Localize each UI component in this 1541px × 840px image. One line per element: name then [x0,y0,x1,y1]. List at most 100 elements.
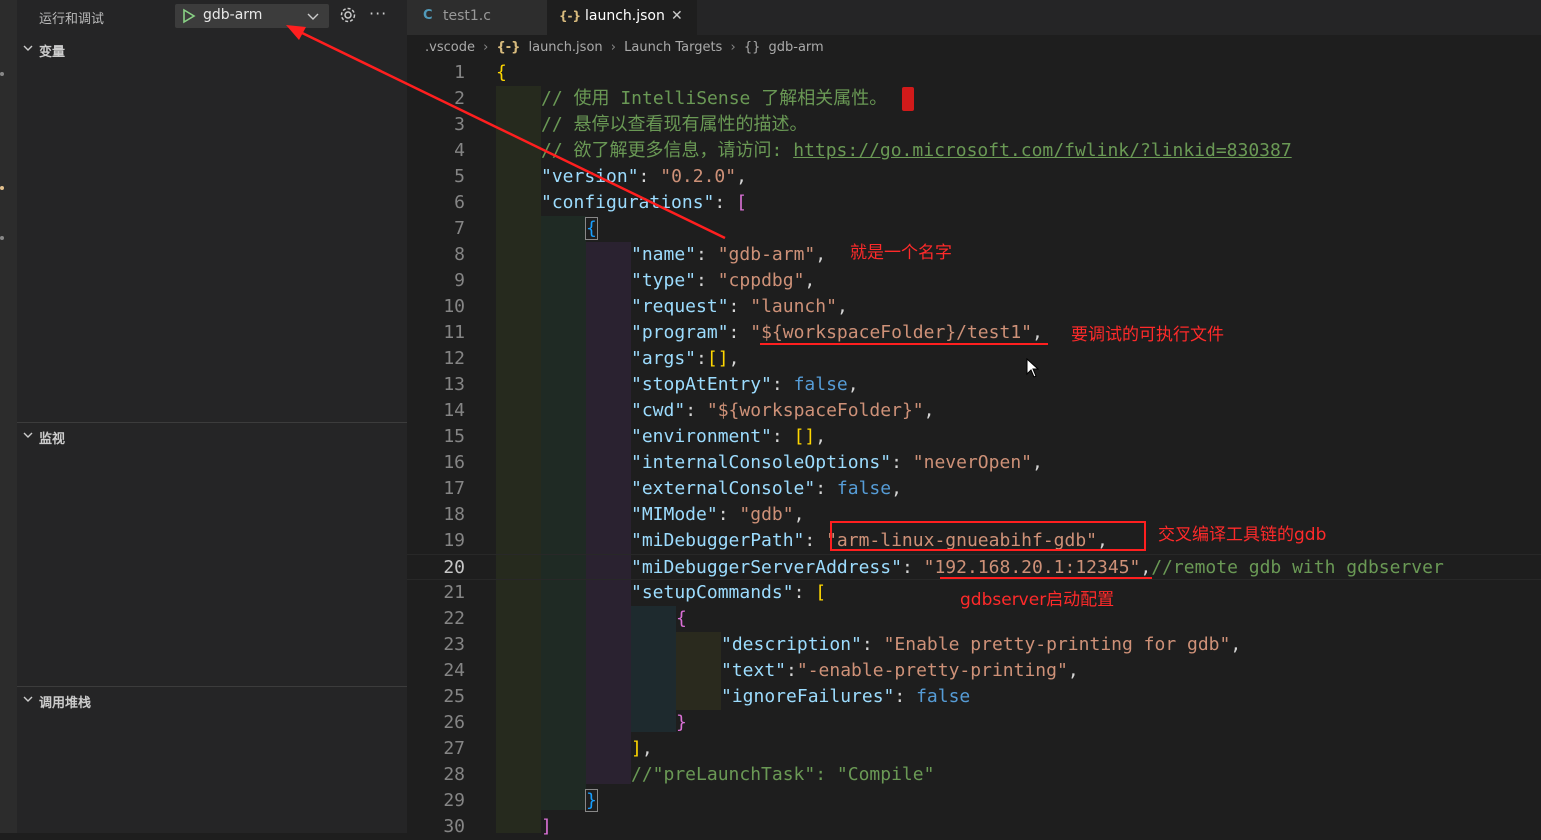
sidebar-header: 运行和调试 gdb-arm ··· [17,0,407,33]
activity-indicator [0,186,4,190]
chevron-down-icon[interactable] [306,9,320,23]
line-content: { [676,608,687,629]
line-number: 26 [443,712,465,733]
code-line: 12 "args":[], [407,346,1541,372]
code-line: 16 "internalConsoleOptions": "neverOpen", [407,450,1541,476]
c-file-icon: C [423,8,433,23]
comment: // 欲了解更多信息，请访问: [541,140,794,161]
json-value: false [836,478,892,499]
sidebar-title: 运行和调试 [39,12,105,27]
docs-link[interactable]: https://go.microsoft.com/fwlink/?linkid=… [793,140,1292,161]
line-content: "configurations": [ [541,192,747,213]
breadcrumb-file[interactable]: launch.json [528,40,602,55]
editor-area: C test1.c {-} launch.json ✕ .vscode › {-… [407,0,1541,837]
json-value: "${workspaceFolder}" [706,400,924,421]
json-key: "environment" [631,426,772,447]
line-content: "environment": [], [631,426,827,447]
line-number: 27 [443,738,465,759]
activity-bar [0,0,17,833]
line-number: 16 [443,452,465,473]
json-key: "internalConsoleOptions" [631,452,892,473]
section-call-stack[interactable]: 调用堆栈 [17,688,407,712]
comment: //remote gdb with gdbserver [1151,557,1444,578]
section-watch[interactable]: 监视 [17,424,407,448]
line-content: "version": "0.2.0", [541,166,747,187]
line-content: // 悬停以查看现有属性的描述。 [541,112,808,138]
code-line: 23 "description": "Enable pretty-printing… [407,632,1541,658]
json-value: "neverOpen" [912,452,1032,473]
json-value: "-enable-pretty-printing" [796,660,1068,681]
mouse-pointer-icon [1026,358,1040,378]
gear-icon[interactable] [339,6,357,24]
json-key: "setupCommands" [631,582,794,603]
section-label: 调用堆栈 [39,696,92,711]
code-line: 13 "stopAtEntry": false, [407,372,1541,398]
line-content: //"preLaunchTask": "Compile" [631,762,934,788]
line-number: 22 [443,608,465,629]
line-content: ] [541,816,552,837]
chevron-right-icon: › [730,40,736,55]
line-content: "args":[], [631,348,740,369]
line-content: "cwd": "${workspaceFolder}", [631,400,935,421]
line-number: 24 [443,660,465,681]
tab-launch-json[interactable]: {-} launch.json ✕ [547,0,697,35]
section-variables[interactable]: 变量 [17,37,407,61]
code-line: 1{ [407,60,1541,86]
code-editor[interactable]: 1{ 2// 使用 IntelliSense 了解相关属性。 3// 悬停以查看… [407,60,1541,837]
line-number: 5 [454,166,465,187]
code-line: 10 "request": "launch", [407,294,1541,320]
line-content: "internalConsoleOptions": "neverOpen", [631,452,1043,473]
json-key: "MIMode" [631,504,718,525]
more-actions-icon[interactable]: ··· [369,4,387,23]
chevron-right-icon: › [610,40,616,55]
code-line: 29} [407,788,1541,814]
breadcrumb-folder[interactable]: .vscode [425,40,475,55]
chevron-down-icon [23,432,33,438]
breadcrumb-section[interactable]: Launch Targets [624,40,722,55]
json-file-icon: {-} [496,40,521,55]
line-content: "text":"-enable-pretty-printing", [721,660,1079,681]
line-content: { [496,62,507,83]
code-line: 9 "type": "cppdbg", [407,268,1541,294]
close-icon[interactable]: ✕ [671,8,683,24]
line-number: 17 [443,478,465,499]
json-file-icon: {-} [559,9,582,23]
json-key: "stopAtEntry" [631,374,772,395]
section-divider [17,422,407,423]
section-divider [17,686,407,687]
tab-test1-c[interactable]: C test1.c [407,0,547,35]
annotation-program: 要调试的可执行文件 [1071,325,1224,345]
line-number: 7 [454,218,465,239]
line-number: 30 [443,816,465,837]
line-number: 25 [443,686,465,707]
line-number: 6 [454,192,465,213]
code-line: 6 "configurations": [ [407,190,1541,216]
line-content: "ignoreFailures": false [721,686,971,707]
code-line: 27], [407,736,1541,762]
code-line: 4 // 欲了解更多信息，请访问: https://go.microsoft.co… [407,138,1541,164]
line-content: ], [631,738,653,759]
code-line: 5 "version": "0.2.0", [407,164,1541,190]
launch-config-select[interactable]: gdb-arm [175,4,329,28]
json-value: "gdb-arm" [717,244,816,265]
code-line: 14 "cwd": "${workspaceFolder}", [407,398,1541,424]
annotation-server-address: gdbserver启动配置 [960,590,1115,610]
line-content: "setupCommands": [ [631,582,827,603]
cursor-marker [902,87,914,111]
line-content: // 欲了解更多信息，请访问: https://go.microsoft.com… [541,138,1292,164]
line-content: "stopAtEntry": false, [631,374,859,395]
line-content: "type": "cppdbg", [631,270,816,291]
line-number: 14 [443,400,465,421]
line-content: "request": "launch", [631,296,848,317]
line-content: } [676,712,687,733]
breadcrumb-item[interactable]: gdb-arm [769,40,824,55]
json-value: "launch" [750,296,837,317]
code-line: 7{ [407,216,1541,242]
code-line: 15 "environment": [], [407,424,1541,450]
tab-label: launch.json [585,8,665,24]
line-content: "MIMode": "gdb", [631,504,805,525]
activity-indicator [0,236,4,240]
annotation-name: 就是一个名字 [850,243,952,263]
highlight-box-debugger-path [830,521,1146,551]
play-icon[interactable] [182,8,196,24]
